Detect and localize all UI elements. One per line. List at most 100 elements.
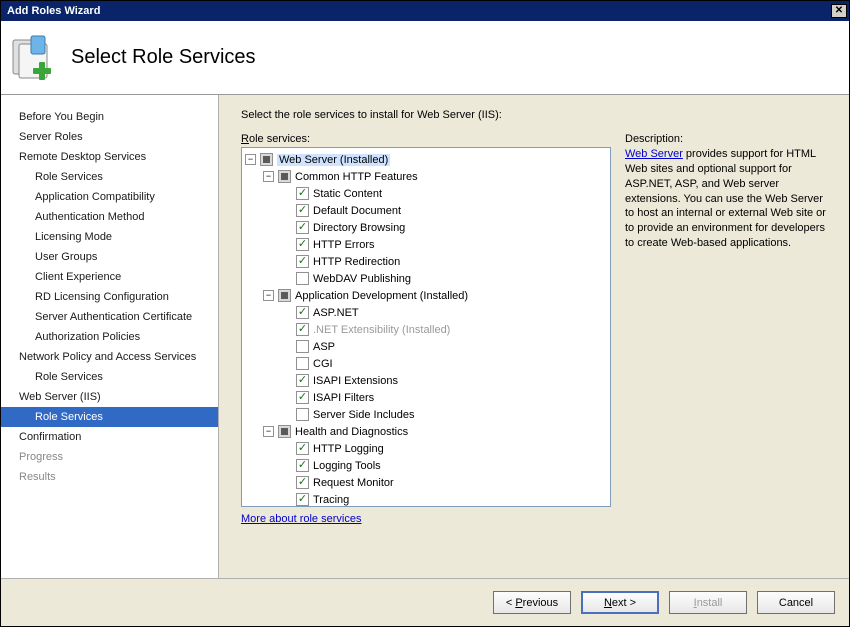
next-button[interactable]: Next > — [581, 591, 659, 614]
tree-node[interactable]: Static Content — [245, 185, 610, 202]
tree-checkbox[interactable] — [296, 238, 309, 251]
nav-item[interactable]: Web Server (IIS) — [1, 387, 218, 407]
tree-node-label[interactable]: WebDAV Publishing — [313, 273, 411, 285]
nav-item[interactable]: Role Services — [1, 367, 218, 387]
nav-item[interactable]: Application Compatibility — [1, 187, 218, 207]
tree-node-label[interactable]: .NET Extensibility (Installed) — [313, 324, 450, 336]
tree-node-label[interactable]: HTTP Redirection — [313, 256, 400, 268]
tree-checkbox[interactable] — [296, 408, 309, 421]
description-body: provides support for HTML Web sites and … — [625, 148, 826, 249]
tree-checkbox[interactable] — [296, 187, 309, 200]
nav-item[interactable]: Results — [1, 467, 218, 487]
tree-checkbox[interactable] — [296, 391, 309, 404]
tree-node[interactable]: HTTP Errors — [245, 236, 610, 253]
nav-item[interactable]: Server Authentication Certificate — [1, 307, 218, 327]
page-title: Select Role Services — [71, 46, 256, 69]
install-button[interactable]: Install — [669, 591, 747, 614]
tree-node-label[interactable]: Request Monitor — [313, 477, 394, 489]
wizard-header-icon — [9, 34, 57, 82]
tree-node[interactable]: ASP.NET — [245, 304, 610, 321]
more-about-link[interactable]: More about role services — [241, 513, 361, 525]
tree-checkbox[interactable] — [278, 170, 291, 183]
tree-checkbox[interactable] — [296, 357, 309, 370]
tree-checkbox[interactable] — [296, 221, 309, 234]
tree-checkbox[interactable] — [296, 340, 309, 353]
tree-node-label[interactable]: ISAPI Filters — [313, 392, 374, 404]
tree-checkbox[interactable] — [296, 459, 309, 472]
nav-item[interactable]: Progress — [1, 447, 218, 467]
tree-expander-icon[interactable]: − — [263, 426, 274, 437]
nav-item[interactable]: Authorization Policies — [1, 327, 218, 347]
tree-checkbox[interactable] — [296, 272, 309, 285]
tree-checkbox[interactable] — [296, 493, 309, 506]
tree-node[interactable]: Directory Browsing — [245, 219, 610, 236]
tree-node[interactable]: Default Document — [245, 202, 610, 219]
tree-node-label[interactable]: ASP — [313, 341, 335, 353]
tree-node-label[interactable]: ASP.NET — [313, 307, 359, 319]
tree-node-label[interactable]: Application Development (Installed) — [295, 290, 468, 302]
nav-item[interactable]: Remote Desktop Services — [1, 147, 218, 167]
nav-item[interactable]: RD Licensing Configuration — [1, 287, 218, 307]
tree-node-label[interactable]: HTTP Errors — [313, 239, 375, 251]
tree-checkbox[interactable] — [296, 374, 309, 387]
tree-node-label[interactable]: Tracing — [313, 494, 349, 506]
description-link[interactable]: Web Server — [625, 148, 683, 160]
previous-button[interactable]: < Previous — [493, 591, 571, 614]
tree-node[interactable]: WebDAV Publishing — [245, 270, 610, 287]
nav-item[interactable]: Role Services — [1, 407, 218, 427]
tree-checkbox[interactable] — [296, 306, 309, 319]
tree-node[interactable]: Server Side Includes — [245, 406, 610, 423]
titlebar: Add Roles Wizard ✕ — [1, 1, 849, 21]
nav-item[interactable]: Server Roles — [1, 127, 218, 147]
tree-node[interactable]: .NET Extensibility (Installed) — [245, 321, 610, 338]
tree-node[interactable]: HTTP Redirection — [245, 253, 610, 270]
tree-expander-icon[interactable]: − — [263, 290, 274, 301]
close-button[interactable]: ✕ — [831, 4, 847, 18]
nav-item[interactable]: Before You Begin — [1, 107, 218, 127]
tree-checkbox[interactable] — [296, 476, 309, 489]
nav-item[interactable]: Confirmation — [1, 427, 218, 447]
more-link-row: More about role services — [241, 513, 611, 525]
tree-node[interactable]: − Common HTTP Features — [245, 168, 610, 185]
tree-node[interactable]: HTTP Logging — [245, 440, 610, 457]
tree-node-label[interactable]: Common HTTP Features — [295, 171, 418, 183]
tree-checkbox[interactable] — [296, 323, 309, 336]
tree-node[interactable]: ISAPI Extensions — [245, 372, 610, 389]
tree-node[interactable]: Tracing — [245, 491, 610, 507]
tree-checkbox[interactable] — [296, 255, 309, 268]
nav-item[interactable]: User Groups — [1, 247, 218, 267]
nav-item[interactable]: Authentication Method — [1, 207, 218, 227]
cancel-button[interactable]: Cancel — [757, 591, 835, 614]
tree-node[interactable]: − Web Server (Installed) — [245, 151, 610, 168]
tree-node-label[interactable]: Server Side Includes — [313, 409, 415, 421]
tree-checkbox[interactable] — [296, 204, 309, 217]
nav-item[interactable]: Role Services — [1, 167, 218, 187]
tree-node[interactable]: CGI — [245, 355, 610, 372]
tree-node[interactable]: Logging Tools — [245, 457, 610, 474]
tree-checkbox[interactable] — [278, 425, 291, 438]
tree-node-label[interactable]: Static Content — [313, 188, 382, 200]
tree-node-label[interactable]: CGI — [313, 358, 333, 370]
tree-node-label[interactable]: Default Document — [313, 205, 401, 217]
tree-checkbox[interactable] — [260, 153, 273, 166]
tree-node-label[interactable]: Logging Tools — [313, 460, 381, 472]
tree-checkbox[interactable] — [296, 442, 309, 455]
tree-node-label[interactable]: ISAPI Extensions — [313, 375, 398, 387]
tree-expander-icon[interactable]: − — [245, 154, 256, 165]
description-column: Description: Web Server provides support… — [625, 133, 835, 570]
tree-node-label[interactable]: Web Server (Installed) — [277, 154, 390, 166]
tree-node-label[interactable]: HTTP Logging — [313, 443, 384, 455]
nav-item[interactable]: Licensing Mode — [1, 227, 218, 247]
tree-node[interactable]: ASP — [245, 338, 610, 355]
tree-node[interactable]: − Application Development (Installed) — [245, 287, 610, 304]
nav-item[interactable]: Client Experience — [1, 267, 218, 287]
tree-node[interactable]: ISAPI Filters — [245, 389, 610, 406]
tree-node[interactable]: − Health and Diagnostics — [245, 423, 610, 440]
role-services-tree[interactable]: −Web Server (Installed)−Common HTTP Feat… — [241, 147, 611, 507]
tree-node-label[interactable]: Health and Diagnostics — [295, 426, 408, 438]
tree-node-label[interactable]: Directory Browsing — [313, 222, 405, 234]
tree-checkbox[interactable] — [278, 289, 291, 302]
nav-item[interactable]: Network Policy and Access Services — [1, 347, 218, 367]
tree-node[interactable]: Request Monitor — [245, 474, 610, 491]
tree-expander-icon[interactable]: − — [263, 171, 274, 182]
